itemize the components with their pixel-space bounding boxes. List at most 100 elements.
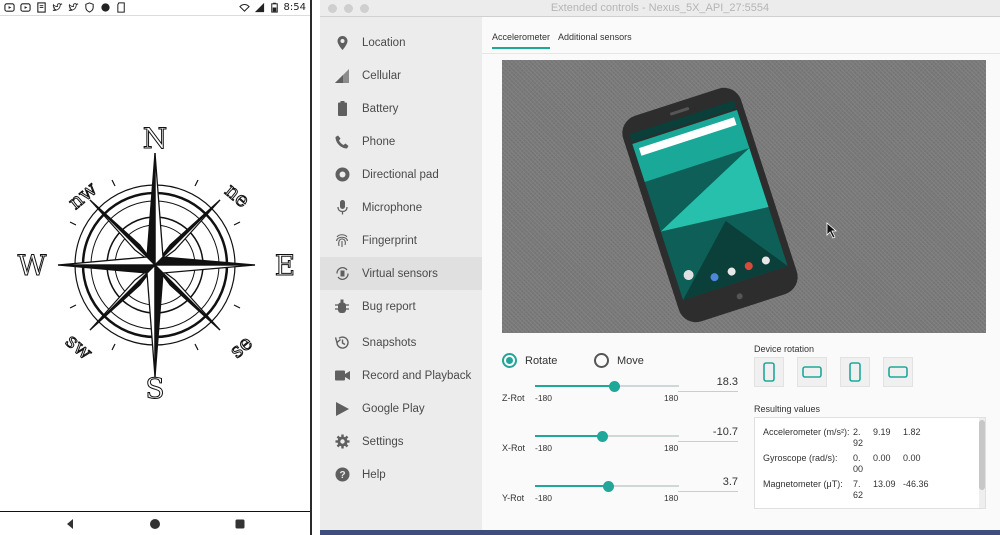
sidebar-item-label: Directional pad (362, 168, 439, 181)
slider-min-label: -180 (535, 443, 553, 453)
gear-icon (334, 434, 350, 450)
sidebar-item-label: Fingerprint (362, 234, 417, 247)
result-value-x-cont: 92 (853, 438, 864, 448)
result-value-x-cont: 00 (853, 464, 864, 474)
phone-status-bar: 8:54 (0, 0, 310, 16)
desktop-background-strip (320, 530, 1000, 535)
sidebar-item-label: Battery (362, 102, 399, 115)
rotate-radio-label: Rotate (525, 354, 558, 367)
result-row-name: Accelerometer (m/s²): (763, 427, 850, 437)
result-value-z: 0.00 (903, 453, 921, 463)
sidebar-item-record-and-playback[interactable]: Record and Playback (320, 359, 482, 392)
sidebar-item-label: Google Play (362, 402, 425, 415)
reverse-portrait-rotation-button[interactable] (840, 357, 870, 387)
sensor-tabs: Accelerometer Additional sensors (492, 32, 632, 49)
sidebar-item-microphone[interactable]: Microphone (320, 191, 482, 224)
results-scrollbar[interactable] (979, 418, 985, 508)
location-pin-icon (334, 35, 350, 51)
result-value-z: 1.82 (903, 427, 921, 437)
mouse-cursor-icon (826, 222, 838, 239)
device-rotation-title: Device rotation (754, 344, 815, 354)
back-button[interactable] (64, 518, 76, 530)
reverse-landscape-rotation-button[interactable] (883, 357, 913, 387)
tab-additional-sensors[interactable]: Additional sensors (558, 32, 632, 49)
resulting-values-box[interactable]: Accelerometer (m/s²): 2. 92 9.19 1.82 Gy… (754, 417, 986, 509)
compass-letter-s: S (145, 372, 164, 405)
video-icon (334, 368, 350, 384)
compass-letter-w: W (18, 249, 47, 282)
sidebar: Location Cellular Battery Phone Directio… (320, 17, 482, 535)
overview-button[interactable] (234, 518, 246, 530)
window-title-bar: Extended controls - Nexus_5X_API_27:5554 (320, 0, 1000, 17)
sidebar-item-label: Phone (362, 135, 396, 148)
result-value-z: -46.36 (903, 479, 929, 489)
youtube-notification-icon (4, 3, 15, 12)
compass-letter-nw: nw (63, 176, 101, 214)
sidebar-item-directional-pad[interactable]: Directional pad (320, 158, 482, 191)
sidebar-item-phone[interactable]: Phone (320, 125, 482, 158)
circle-notification-icon (101, 3, 110, 12)
tab-accelerometer[interactable]: Accelerometer (492, 32, 551, 49)
virtual-sensors-panel: Accelerometer Additional sensors Rotate … (482, 17, 1000, 535)
slider-value-field[interactable]: 18.3 (678, 376, 738, 392)
slider-max-label: 180 (664, 493, 679, 503)
emulator-phone-screen[interactable]: 8:54 N S W E nw ne sw se (0, 0, 312, 535)
slider-value-field[interactable]: 3.7 (678, 476, 738, 492)
compass-letter-se: se (225, 330, 257, 363)
sidebar-item-label: Record and Playback (362, 369, 472, 382)
compass-letter-e: E (275, 249, 295, 282)
landscape-rotation-button[interactable] (797, 357, 827, 387)
result-value-x-cont: 62 (853, 490, 864, 500)
bug-icon (334, 299, 350, 315)
slider-max-label: 180 (664, 393, 679, 403)
battery-icon (334, 101, 350, 117)
phone-navigation-bar (0, 511, 310, 535)
wifi-icon (238, 4, 250, 12)
result-value-x: 2. (853, 427, 861, 437)
slider-thumb[interactable] (602, 480, 614, 492)
sd-card-notification-icon (117, 2, 125, 13)
rotate-radio-option[interactable]: Rotate (502, 353, 557, 368)
slider-min-label: -180 (535, 493, 553, 503)
slider-min-label: -180 (535, 393, 553, 403)
rotate-radio-button[interactable] (502, 353, 517, 368)
signal-icon (334, 68, 350, 84)
sidebar-item-google-play[interactable]: Google Play (320, 392, 482, 425)
home-button[interactable] (149, 518, 161, 530)
sidebar-item-settings[interactable]: Settings (320, 425, 482, 458)
move-radio-button[interactable] (594, 353, 609, 368)
sidebar-item-battery[interactable]: Battery (320, 92, 482, 125)
slider-label: Y-Rot (502, 493, 525, 503)
rotate-icon (334, 266, 350, 282)
rotated-device-model (622, 87, 838, 323)
sidebar-item-help[interactable]: ? Help (320, 458, 482, 491)
sidebar-item-bug-report[interactable]: Bug report (320, 290, 482, 323)
results-scrollbar-thumb[interactable] (979, 420, 985, 490)
extended-controls-window: Extended controls - Nexus_5X_API_27:5554… (320, 0, 1000, 535)
sidebar-item-snapshots[interactable]: Snapshots (320, 326, 482, 359)
sidebar-item-fingerprint[interactable]: Fingerprint (320, 224, 482, 257)
help-icon: ? (334, 467, 350, 483)
cell-signal-icon (254, 2, 264, 13)
sidebar-item-location[interactable]: Location (320, 26, 482, 59)
compass-letter-n: N (143, 122, 168, 155)
device-3d-viewport[interactable] (502, 60, 986, 333)
sidebar-item-virtual-sensors[interactable]: Virtual sensors (320, 257, 482, 290)
slider-thumb[interactable] (608, 380, 620, 392)
reverse-landscape-phone-icon (888, 366, 908, 378)
slider-track-fill (535, 485, 609, 487)
move-radio-option[interactable]: Move (594, 353, 644, 368)
sidebar-item-label: Settings (362, 435, 404, 448)
sidebar-item-label: Location (362, 36, 406, 49)
fingerprint-icon (334, 233, 350, 249)
portrait-rotation-button[interactable] (754, 357, 784, 387)
twitter-notification-icon (68, 3, 79, 11)
result-row-name: Gyroscope (rad/s): (763, 453, 838, 463)
result-value-x: 7. (853, 479, 861, 489)
landscape-phone-icon (802, 366, 822, 378)
sidebar-item-cellular[interactable]: Cellular (320, 59, 482, 92)
slider-value-field[interactable]: -10.7 (678, 426, 738, 442)
portrait-phone-icon (763, 362, 775, 382)
slider-thumb[interactable] (597, 430, 609, 442)
twitter-notification-icon (52, 3, 63, 11)
